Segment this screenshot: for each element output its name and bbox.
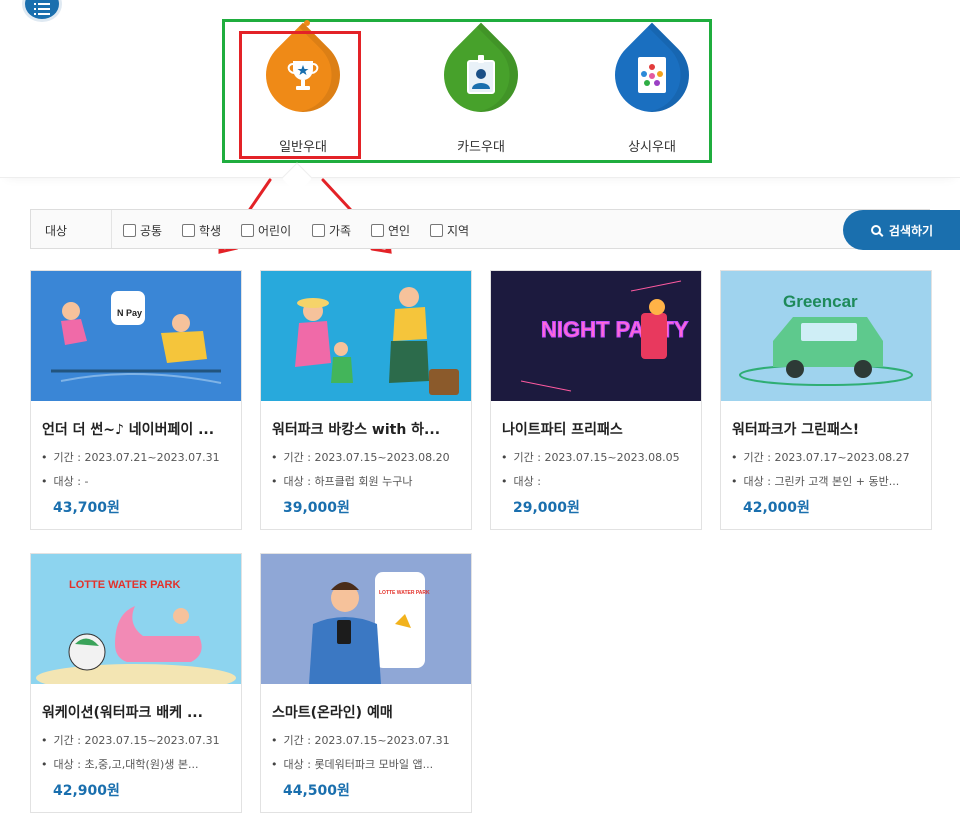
drop-badge — [428, 22, 534, 128]
menu-button[interactable] — [22, 0, 62, 22]
category-label: 카드우대 — [457, 140, 505, 155]
offer-title: 워케이션(워터파크 배케 ... — [42, 705, 203, 721]
filter-option-kids[interactable]: 어린이 — [241, 222, 291, 239]
offer-period: 기간 : 2023.07.15~2023.07.31 — [271, 732, 461, 748]
offer-period: 기간 : 2023.07.17~2023.08.27 — [731, 449, 921, 465]
search-button[interactable]: 검색하기 — [843, 210, 960, 250]
filter-option-common[interactable]: 공통 — [123, 222, 162, 239]
offer-thumbnail[interactable]: LOTTE WATER PARK — [261, 554, 471, 684]
search-icon — [870, 225, 881, 235]
offer-thumbnail[interactable] — [261, 271, 471, 401]
offer-target: 대상 : 그린카 고객 본인 + 동반... — [731, 473, 921, 489]
offer-thumbnail[interactable]: NIGHT PARTY — [491, 271, 701, 401]
offer-title: 워터파크 바캉스 with 하... — [272, 422, 441, 438]
list-icon — [34, 3, 50, 15]
filter-option-region[interactable]: 지역 — [430, 222, 469, 239]
lotte-app-logo-text: LOTTE WATER PARK — [379, 590, 430, 596]
offer-period: 기간 : 2023.07.15~2023.08.20 — [271, 449, 461, 465]
option-label: 학생 — [199, 224, 222, 238]
offer-target: 대상 : 초,중,고,대학(원)생 본... — [41, 756, 231, 772]
offer-title: 스마트(온라인) 예매 — [272, 705, 393, 721]
filter-option-family[interactable]: 가족 — [312, 222, 351, 239]
offer-price: 44,500원 — [283, 783, 350, 799]
checkbox[interactable] — [182, 224, 195, 237]
people-star-icon — [615, 38, 689, 112]
offer-period: 기간 : 2023.07.15~2023.07.31 — [41, 732, 231, 748]
filter-bar: 대상 공통 학생 어린이 가족 연인 지역 검색하기 — [30, 209, 960, 250]
checkbox[interactable] — [430, 224, 443, 237]
offer-target: 대상 : 하프클럽 회원 누구나 — [271, 473, 461, 489]
offer-price: 29,000원 — [513, 500, 580, 516]
filter-label: 대상 — [45, 224, 68, 238]
checkbox[interactable] — [371, 224, 384, 237]
offer-price: 42,900원 — [53, 783, 120, 799]
search-label: 검색하기 — [888, 223, 934, 238]
divider — [111, 210, 112, 248]
lotte-logo-text: LOTTE WATER PARK — [69, 579, 180, 591]
category-band: 일반우대 카드우대 상시우대 — [0, 0, 960, 178]
offer-card[interactable]: Greencar 워터파크가 그린패스! 기간 : 2023.07.17~202… — [720, 270, 932, 530]
drop-badge — [599, 22, 705, 128]
offer-card[interactable]: N Pay 언더 더 썬~♪ 네이버페이 ... 기간 : 2023.07.21… — [30, 270, 242, 530]
offer-card[interactable]: LOTTE WATER PARK 스마트(온라인) 예매 기간 : 2023.0… — [260, 553, 472, 813]
category-label: 상시우대 — [628, 140, 676, 155]
offer-price: 39,000원 — [283, 500, 350, 516]
offer-title: 언더 더 썬~♪ 네이버페이 ... — [42, 422, 215, 438]
npay-logo-text: N Pay — [117, 308, 142, 318]
checkbox[interactable] — [241, 224, 254, 237]
id-card-icon — [444, 38, 518, 112]
category-card[interactable]: 카드우대 — [420, 20, 542, 158]
offer-period: 기간 : 2023.07.21~2023.07.31 — [41, 449, 231, 465]
offer-title: 워터파크가 그린패스! — [732, 422, 860, 438]
offer-title: 나이트파티 프리패스 — [502, 422, 623, 438]
offer-thumbnail[interactable]: LOTTE WATER PARK — [31, 554, 241, 684]
offer-card[interactable]: 워터파크 바캉스 with 하... 기간 : 2023.07.15~2023.… — [260, 270, 472, 530]
offer-thumbnail[interactable]: N Pay — [31, 271, 241, 401]
option-label: 가족 — [329, 224, 352, 238]
option-label: 공통 — [140, 224, 163, 238]
offer-price: 43,700원 — [53, 500, 120, 516]
offer-target: 대상 : 롯데워터파크 모바일 앱... — [271, 756, 461, 772]
offer-period: 기간 : 2023.07.15~2023.08.05 — [501, 449, 691, 465]
offer-thumbnail[interactable]: Greencar — [721, 271, 931, 401]
page: 일반우대 카드우대 상시우대 대상 공통 학생 어린이 가족 연인 지역 검색하… — [0, 0, 960, 839]
option-label: 지역 — [447, 224, 470, 238]
filter-option-couple[interactable]: 연인 — [371, 222, 410, 239]
option-label: 어린이 — [258, 224, 292, 238]
category-highlight-red — [239, 31, 361, 159]
checkbox[interactable] — [123, 224, 136, 237]
offer-target: 대상 : - — [41, 473, 231, 489]
greencar-logo-text: Greencar — [783, 292, 858, 311]
offer-card[interactable]: NIGHT PARTY 나이트파티 프리패스 기간 : 2023.07.15~2… — [490, 270, 702, 530]
category-regular[interactable]: 상시우대 — [591, 20, 713, 158]
filter-option-student[interactable]: 학생 — [182, 222, 221, 239]
offer-price: 42,000원 — [743, 500, 810, 516]
offer-target: 대상 : — [501, 473, 691, 489]
checkbox[interactable] — [312, 224, 325, 237]
offer-card[interactable]: LOTTE WATER PARK 워케이션(워터파크 배케 ... 기간 : 2… — [30, 553, 242, 813]
option-label: 연인 — [388, 224, 411, 238]
